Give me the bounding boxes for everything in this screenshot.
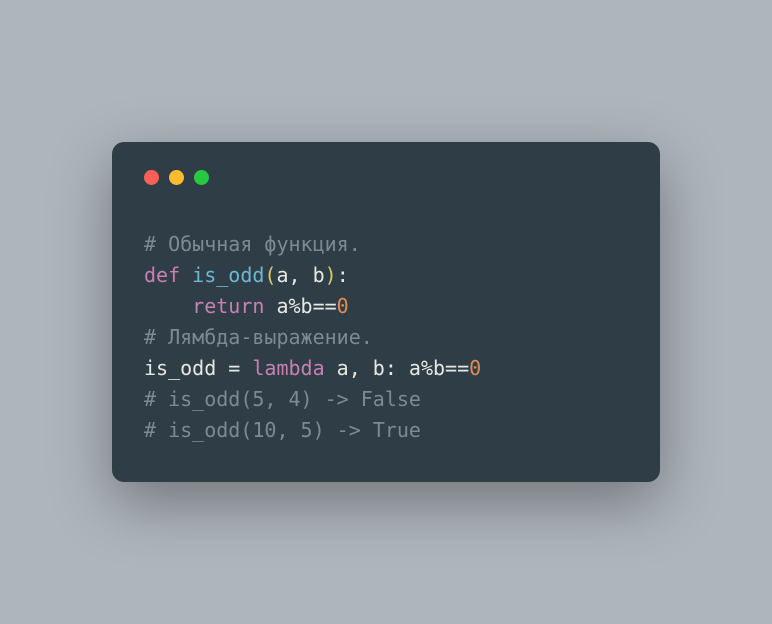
window-controls	[144, 170, 628, 185]
assignment: is_odd =	[144, 356, 252, 380]
number-literal: 0	[469, 356, 481, 380]
comment-line: # Лямбда-выражение.	[144, 325, 373, 349]
maximize-icon[interactable]	[194, 170, 209, 185]
keyword-def: def	[144, 263, 180, 287]
keyword-return: return	[192, 294, 264, 318]
code-window: # Обычная функция. def is_odd(a, b): ret…	[112, 142, 660, 482]
function-name: is_odd	[180, 263, 264, 287]
paren-close: )	[325, 263, 337, 287]
colon: :	[337, 263, 349, 287]
expression: a%b==	[264, 294, 336, 318]
comment-line: # Обычная функция.	[144, 232, 361, 256]
comment-line: # is_odd(5, 4) -> False	[144, 387, 421, 411]
keyword-lambda: lambda	[252, 356, 324, 380]
close-icon[interactable]	[144, 170, 159, 185]
number-literal: 0	[337, 294, 349, 318]
comment-line: # is_odd(10, 5) -> True	[144, 418, 421, 442]
lambda-body: a, b: a%b==	[325, 356, 470, 380]
params: a, b	[276, 263, 324, 287]
paren-open: (	[264, 263, 276, 287]
indent	[144, 294, 192, 318]
code-block: # Обычная функция. def is_odd(a, b): ret…	[144, 229, 628, 446]
minimize-icon[interactable]	[169, 170, 184, 185]
